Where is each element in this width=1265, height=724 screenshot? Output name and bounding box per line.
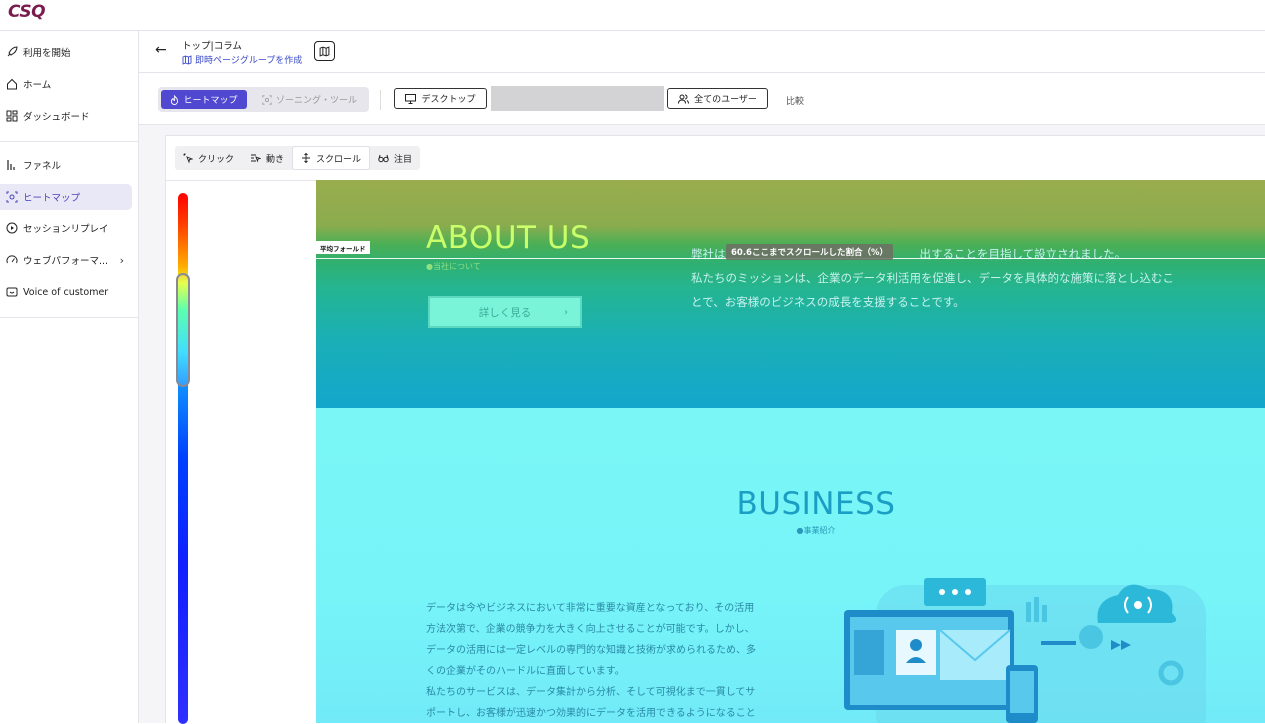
chevron-right-icon[interactable]: › — [120, 254, 124, 267]
sidebar-divider — [0, 141, 139, 142]
play-icon — [5, 222, 18, 235]
panel-divider — [166, 180, 316, 181]
scroll-mode-label: スクロール — [316, 154, 362, 165]
sidebar-item-heatmap[interactable]: ヒートマップ — [0, 184, 132, 210]
move-mode-label: 動き — [266, 154, 285, 165]
sidebar-item-label: ダッシュボード — [23, 112, 90, 123]
sidebar: 利用を開始 ホーム ダッシュボード ファネル ヒートマップ セッションリプレイ — [0, 31, 139, 723]
move-mode-tab[interactable]: 動き — [242, 146, 292, 170]
heatmap-mode-tabs: クリック 動き スクロール 注目 — [175, 146, 421, 170]
move-icon — [250, 153, 262, 163]
business-text-line: 私たちのサービスは、データ集計から分析、そして可視化まで一貫してサ — [426, 687, 756, 698]
business-title: BUSINESS — [736, 486, 896, 522]
create-page-group-link[interactable]: 即時ページグループを作成 — [182, 53, 302, 66]
toolbar-divider — [380, 90, 381, 110]
heatmap-tab-label: ヒートマップ — [183, 96, 238, 106]
view-mode-segment: ヒートマップ ゾーニング・ツール — [158, 87, 369, 112]
sidebar-item-label: ファネル — [23, 161, 62, 172]
scroll-percentage-tooltip: 60.6ここまでスクロールした割合（%） — [726, 244, 893, 260]
about-us-subtitle: ●当社について — [426, 262, 481, 271]
app-logo[interactable]: CSQ — [8, 2, 46, 22]
average-fold-label: 平均フォールド — [316, 241, 370, 254]
map-icon — [182, 54, 192, 65]
click-icon — [183, 153, 193, 163]
sidebar-item-label: ヒートマップ — [23, 193, 81, 204]
page-header: ← トップ|コラム 即時ページグループを作成 — [139, 31, 1265, 73]
business-text-line: 方法次第で、企業の競争力を大きく向上させることが可能です。しかし、 — [426, 624, 755, 635]
sidebar-item-voice-of-customer[interactable]: Voice of customer — [0, 279, 132, 305]
sidebar-item-label: Voice of customer — [23, 286, 109, 298]
business-text-line: データは今やビジネスにおいて非常に重要な資産となっており、その活用 — [426, 603, 755, 614]
business-text-line: くの企業がそのハードルに直面しています。 — [426, 666, 625, 677]
about-text-line: とで、お客様のビジネスの成長を支援することです。 — [691, 295, 965, 309]
about-us-title: ABOUT US — [426, 220, 591, 256]
device-select-label: デスクトップ — [421, 95, 476, 105]
business-illustration — [844, 578, 1206, 723]
sidebar-item-funnel[interactable]: ファネル — [0, 152, 132, 178]
glasses-icon — [378, 154, 389, 163]
learn-more-label: 詳しく見る — [478, 306, 532, 319]
segment-select-label: 全てのユーザー — [694, 95, 757, 105]
attention-mode-tab[interactable]: 注目 — [370, 146, 420, 170]
heatmap-tab[interactable]: ヒートマップ — [161, 90, 247, 109]
heatmap-toolbar: ヒートマップ ゾーニング・ツール デスクトップ 全てのユーザー 比較 — [139, 73, 1265, 125]
sidebar-item-get-started[interactable]: 利用を開始 — [0, 39, 132, 65]
feedback-icon — [5, 286, 18, 299]
click-mode-tab[interactable]: クリック — [175, 146, 242, 170]
attention-mode-label: 注目 — [394, 154, 413, 165]
flame-icon — [170, 94, 179, 105]
heatmap-icon — [5, 191, 18, 204]
learn-more-button[interactable]: 詳しく見る › — [428, 296, 582, 328]
zoning-icon — [262, 94, 272, 105]
sidebar-item-label: セッションリプレイ — [23, 224, 109, 235]
top-bar: CSQ — [0, 0, 1265, 31]
sidebar-item-session-replay[interactable]: セッションリプレイ — [0, 215, 132, 241]
create-page-group-label: 即時ページグループを作成 — [195, 56, 303, 66]
users-icon — [678, 94, 690, 104]
map-icon — [319, 45, 330, 57]
zoning-tool-tab[interactable]: ゾーニング・ツール — [252, 90, 367, 109]
gauge-icon — [5, 254, 18, 267]
sidebar-divider — [0, 317, 139, 318]
sidebar-item-label: ホーム — [23, 80, 52, 91]
click-mode-label: クリック — [198, 154, 235, 165]
map-button[interactable] — [314, 41, 335, 61]
dashboard-icon — [5, 110, 18, 123]
business-text-line: データの活用には一定レベルの専門的な知識と技術が求められるため、多 — [426, 645, 756, 656]
zoning-tool-tab-label: ゾーニング・ツール — [275, 96, 357, 106]
business-subtitle: ●事業紹介 — [796, 526, 836, 535]
business-text: データは今やビジネスにおいて非常に重要な資産となっており、その活用 方法次第で、… — [426, 598, 786, 723]
about-text-line: 私たちのミッションは、企業のデータ利活用を促進し、データを具体的な施策に落とし込… — [691, 271, 1174, 285]
segment-select[interactable]: 全てのユーザー — [667, 88, 768, 109]
sidebar-item-label: ウェブパフォーマ... — [23, 256, 109, 267]
funnel-icon — [5, 159, 18, 172]
redacted-page-selector[interactable] — [491, 86, 664, 111]
home-icon — [5, 78, 18, 91]
scroll-heatmap-view: ABOUT US ●当社について 詳しく見る › 弊社は 出することを目指して設立… — [316, 180, 1265, 723]
chevron-right-icon: › — [564, 306, 568, 318]
sidebar-item-home[interactable]: ホーム — [0, 71, 132, 97]
sidebar-item-web-performance[interactable]: ウェブパフォーマ... › — [0, 247, 132, 273]
sidebar-item-dashboard[interactable]: ダッシュボード — [0, 103, 132, 129]
compare-link[interactable]: 比較 — [786, 94, 804, 107]
legend-range-handle[interactable] — [176, 273, 190, 387]
scroll-mode-tab[interactable]: スクロール — [292, 146, 371, 170]
rocket-icon — [5, 46, 18, 59]
sidebar-item-label: 利用を開始 — [23, 48, 71, 59]
desktop-icon — [405, 93, 417, 104]
page-title: トップ|コラム — [182, 41, 242, 52]
back-arrow-icon[interactable]: ← — [155, 42, 167, 58]
scroll-icon — [301, 153, 311, 163]
business-text-line: ポートし、お客様が迅速かつ効果的にデータを活用できるようになること — [426, 708, 756, 719]
device-select[interactable]: デスクトップ — [394, 88, 487, 109]
